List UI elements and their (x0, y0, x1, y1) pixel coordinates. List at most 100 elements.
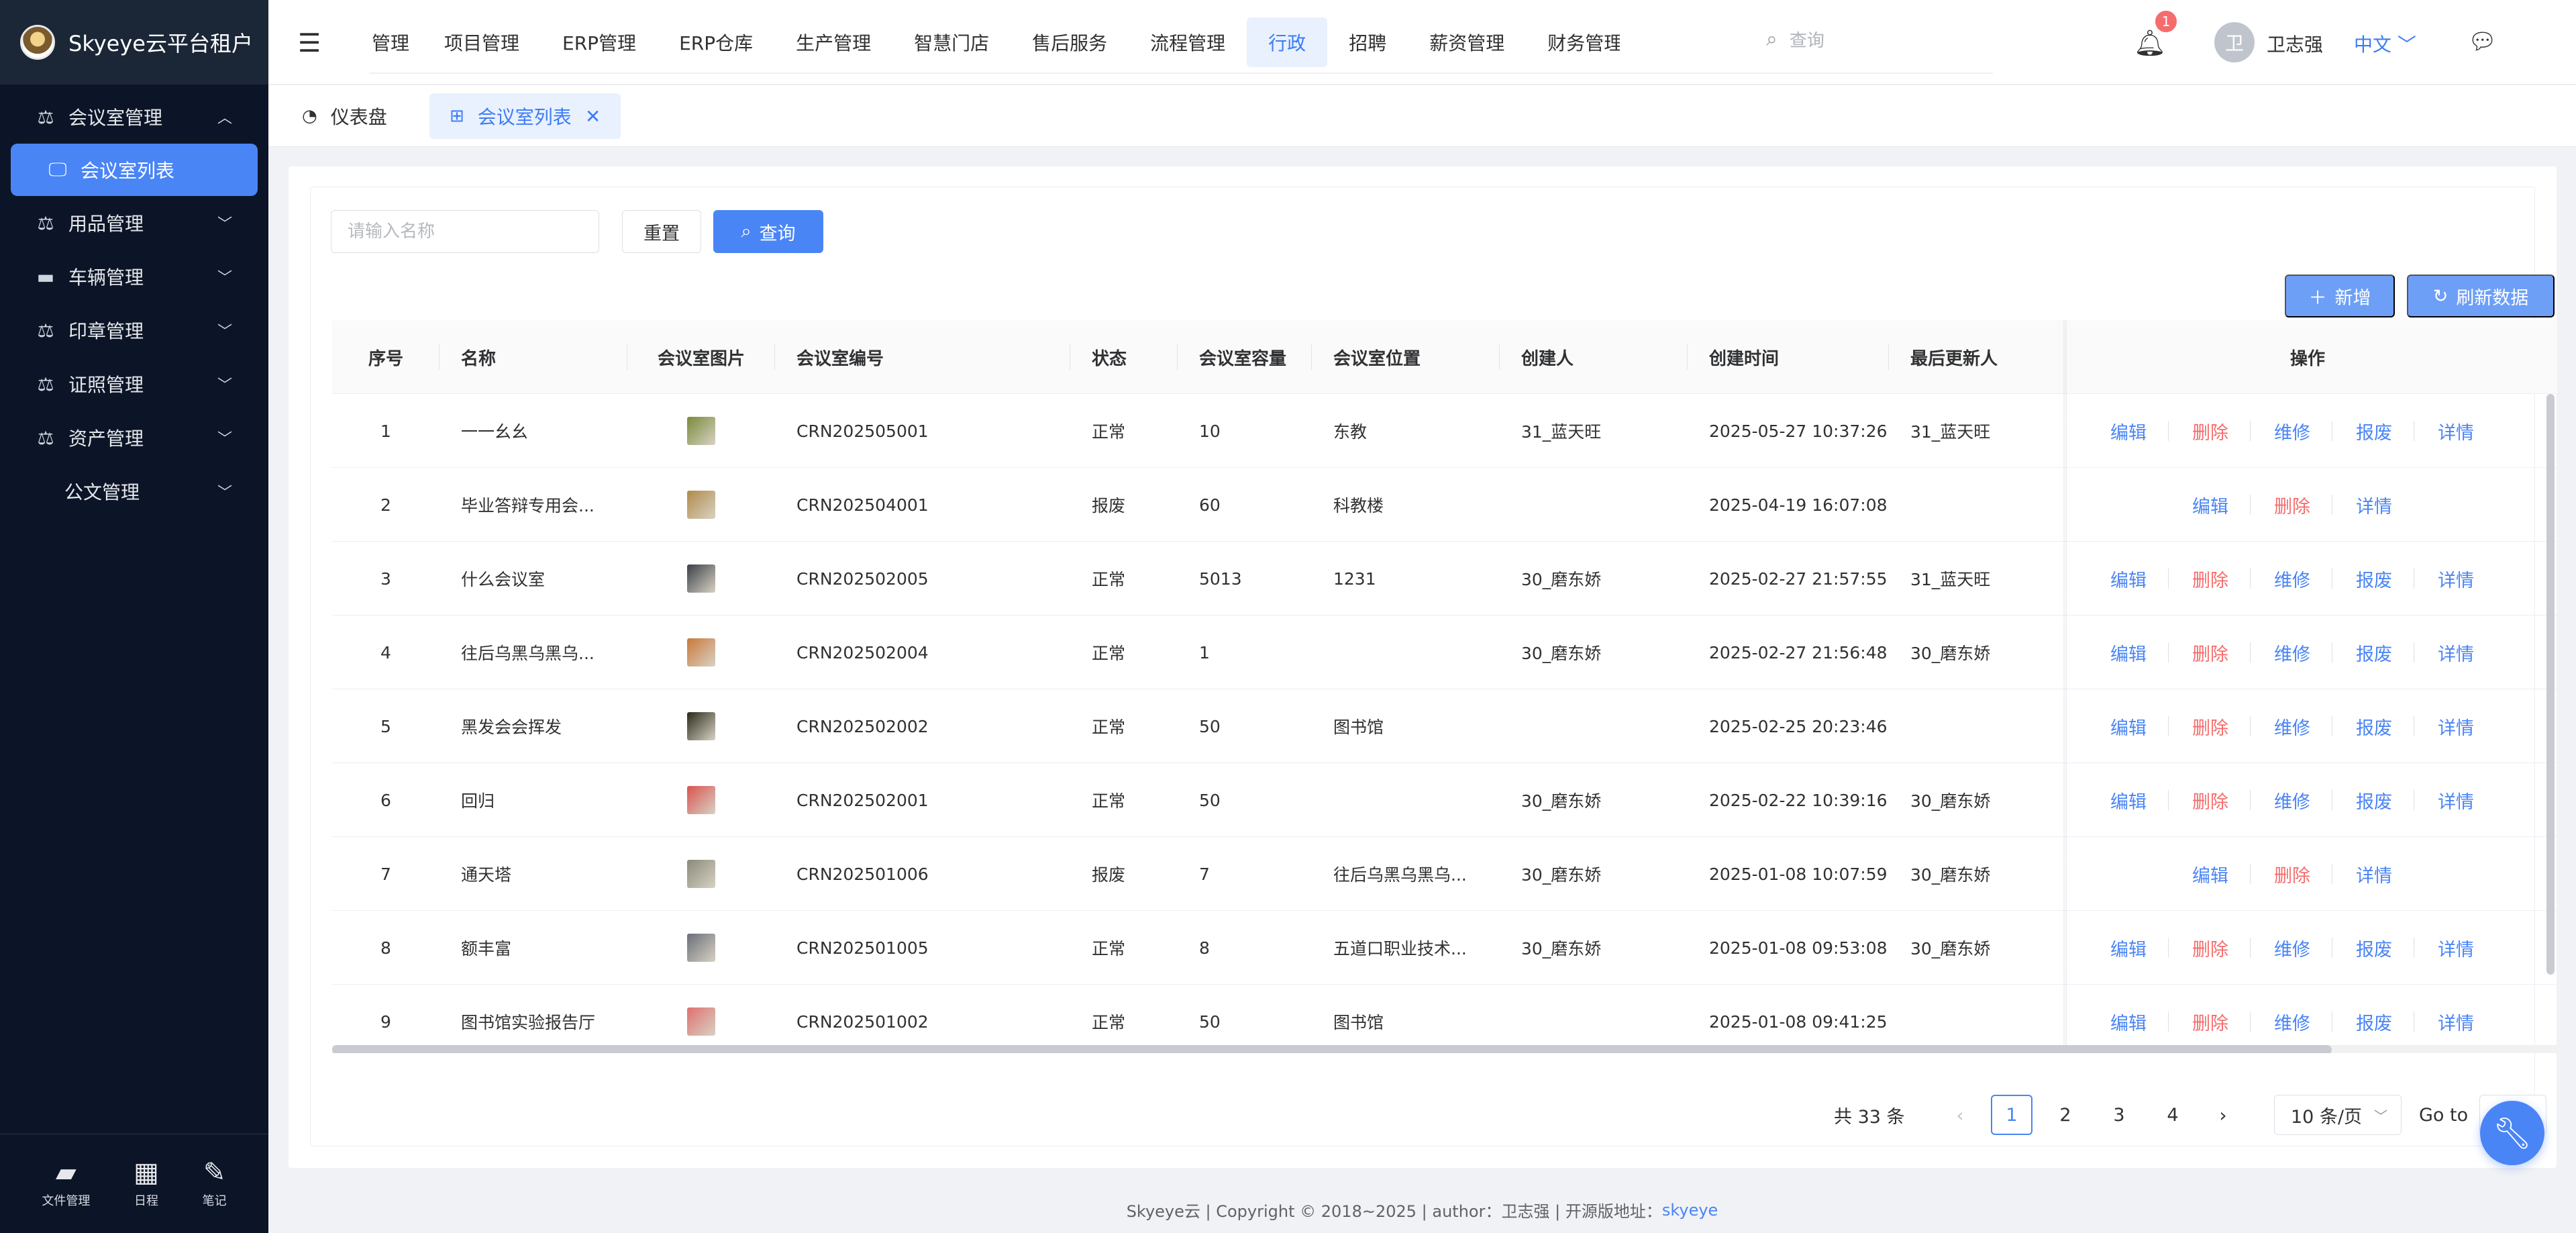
page-size-select[interactable]: 10 条/页 ﹀ (2274, 1095, 2402, 1135)
sidebar-item-documents[interactable]: 公文管理 ﹀ (0, 464, 268, 518)
page-number[interactable]: 3 (2098, 1095, 2140, 1135)
nav-item[interactable]: 管理 (369, 17, 423, 67)
query-label: 查询 (759, 223, 796, 244)
nav-item-admin[interactable]: 行政 (1247, 17, 1328, 67)
tab-label: 会议室列表 (477, 106, 572, 128)
refresh-button[interactable]: ↻ 刷新数据 (2407, 275, 2555, 317)
sidebar-menu: ⚖ 会议室管理 ︿ 🖵 会议室列表 ⚖ 用品管理 ﹀ ▬ 车辆管理 ﹀ ⚖ 印章… (0, 90, 268, 518)
add-label: 新增 (2334, 287, 2371, 309)
column-header-label: 会议室容量 (1199, 348, 1287, 369)
nav-item[interactable]: 薪资管理 (1408, 17, 1526, 67)
nav-item[interactable]: 售后服务 (1011, 17, 1129, 67)
notes-label: 笔记 (202, 1193, 227, 1208)
cell-no: 2 (380, 495, 391, 515)
cell-name: 往后乌黑乌黑乌... (461, 644, 595, 663)
chevron-down-icon: ﹀ (2397, 34, 2416, 56)
room-thumbnail[interactable] (687, 860, 715, 888)
menu-collapse-icon[interactable]: ☰ (298, 28, 321, 58)
cell-image (627, 763, 775, 837)
notes-button[interactable]: ✎ 笔记 (203, 1159, 227, 1209)
refresh-label: 刷新数据 (2456, 287, 2529, 309)
close-icon[interactable]: ✕ (585, 105, 601, 128)
name-search-input[interactable] (331, 210, 599, 253)
sidebar-item-vehicles[interactable]: ▬ 车辆管理 ﹀ (0, 250, 268, 303)
file-manager-button[interactable]: ▰ 文件管理 (42, 1159, 90, 1209)
cell-capacity: 8 (1199, 938, 1210, 958)
page-number[interactable]: 2 (2045, 1095, 2086, 1135)
tab-meeting-room-list[interactable]: ⊞ 会议室列表 ✕ (429, 93, 621, 139)
edit-icon: ✎ (203, 1156, 226, 1188)
nav-item[interactable]: 生产管理 (774, 17, 892, 67)
user-name[interactable]: 卫志强 (2267, 30, 2323, 57)
cell-created: 2025-05-27 10:37:26 (1709, 421, 1888, 441)
prev-page-button[interactable]: ‹ (1947, 1095, 1973, 1135)
language-select[interactable]: 中文 ﹀ (2354, 30, 2416, 57)
sidebar-item-meeting-room-list[interactable]: 🖵 会议室列表 (11, 144, 258, 196)
horizontal-scrollbar[interactable] (332, 1045, 2332, 1053)
avatar[interactable]: 卫 (2214, 22, 2255, 62)
nav-item[interactable]: ERP仓库 (658, 17, 774, 67)
query-button[interactable]: ⌕ 查询 (713, 210, 823, 253)
pagination-total: 共 33 条 (1834, 1106, 1905, 1128)
column-header-label: 创建时间 (1709, 348, 1780, 369)
room-thumbnail[interactable] (687, 934, 715, 962)
schedule-label: 日程 (134, 1193, 158, 1208)
sidebar-item-assets[interactable]: ⚖ 资产管理 ﹀ (0, 411, 268, 464)
cell-status: 正常 (1092, 644, 1126, 663)
cell-no: 6 (380, 790, 391, 810)
room-thumbnail[interactable] (687, 712, 715, 740)
file-manager-label: 文件管理 (42, 1193, 91, 1208)
tab-dashboard[interactable]: ◔ 仪表盘 (282, 93, 407, 139)
room-thumbnail[interactable] (687, 564, 715, 593)
vertical-scrollbar[interactable] (2546, 394, 2555, 975)
column-header: 会议室位置 (1312, 320, 1500, 394)
cell-status: 正常 (1092, 1013, 1126, 1032)
nav-item[interactable]: 财务管理 (1526, 17, 1620, 67)
cell-code: CRN202501006 (796, 864, 929, 884)
chevron-down-icon: ﹀ (2374, 1107, 2387, 1124)
cell-created: 2025-01-08 09:53:08 (1709, 938, 1888, 958)
column-header-label: 创建人 (1521, 348, 1574, 369)
cell-status: 正常 (1092, 570, 1126, 589)
next-page-button[interactable]: › (2210, 1095, 2236, 1135)
nav-item[interactable]: 流程管理 (1129, 17, 1247, 67)
nav-item[interactable]: ERP管理 (541, 17, 658, 67)
cell-capacity: 1 (1199, 642, 1210, 662)
sidebar-item-supplies[interactable]: ⚖ 用品管理 ﹀ (0, 196, 268, 250)
column-header-label: 会议室图片 (657, 348, 745, 369)
page-number[interactable]: 4 (2152, 1095, 2194, 1135)
sidebar-item-licenses[interactable]: ⚖ 证照管理 ﹀ (0, 357, 268, 411)
cell-location: 东教 (1333, 422, 1368, 442)
column-header: 最后更新人 (1889, 320, 2066, 394)
top-search-placeholder[interactable]: 查询 (1790, 27, 1824, 52)
nav-item[interactable]: 项目管理 (423, 17, 541, 67)
room-thumbnail[interactable] (687, 491, 715, 519)
room-thumbnail[interactable] (687, 786, 715, 814)
ops-column (2066, 320, 2549, 1053)
cell-name: 黑发会会挥发 (461, 718, 562, 737)
wrench-button[interactable]: 🔧︎ (2480, 1101, 2544, 1165)
grid-icon: ⊞ (450, 106, 464, 126)
brand[interactable]: Skyeye云平台租户 (0, 0, 268, 85)
room-thumbnail[interactable] (687, 417, 715, 445)
add-button[interactable]: ＋ 新增 (2285, 275, 2395, 317)
sidebar-item-label: 用品管理 (68, 213, 144, 235)
room-thumbnail[interactable] (687, 1007, 715, 1036)
cell-image (627, 615, 775, 689)
sidebar-item-meeting-room[interactable]: ⚖ 会议室管理 ︿ (0, 90, 268, 144)
chat-icon[interactable]: 💬︎ (2468, 28, 2497, 55)
dashboard-icon: ◔ (302, 106, 317, 126)
schedule-button[interactable]: ▦ 日程 (134, 1159, 159, 1209)
nav-item[interactable]: 智慧门店 (892, 17, 1011, 67)
footer-link[interactable]: skyeye (1662, 1201, 1718, 1220)
sidebar-item-seals[interactable]: ⚖ 印章管理 ﹀ (0, 303, 268, 357)
column-header: 会议室图片 (627, 320, 775, 394)
cell-creator: 30_磨东娇 (1521, 939, 1602, 958)
top-search[interactable]: ⌕ 查询 (1766, 27, 1824, 52)
nav-item[interactable]: 招聘 (1327, 17, 1408, 67)
page-number[interactable]: 1 (1991, 1095, 2032, 1135)
reset-button[interactable]: 重置 (622, 210, 701, 253)
chevron-down-icon: ﹀ (217, 377, 232, 394)
room-thumbnail[interactable] (687, 638, 715, 667)
cell-image (627, 837, 775, 911)
